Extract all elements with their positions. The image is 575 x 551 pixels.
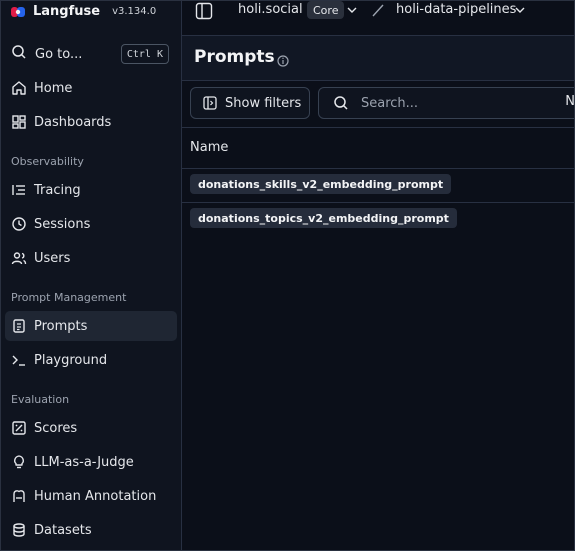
sidebar-item-label: Home [34, 80, 73, 96]
dashboard-icon [11, 114, 27, 130]
goto-shortcut: Ctrl K [120, 44, 169, 64]
annotation-icon [11, 488, 27, 504]
sidebar-item-label: Tracing [34, 182, 81, 198]
project-name[interactable]: holi-data-pipelines [396, 2, 516, 17]
sidebar-item-human-annotation[interactable]: Human Annotation [5, 481, 177, 511]
version-label: v3.134.0 [112, 5, 157, 17]
sidebar: Langfuse v3.134.0 Go to... Ctrl K Home D… [1, 1, 182, 550]
chevron-down-icon[interactable] [346, 4, 358, 20]
section-label-prompt-management: Prompt Management [11, 291, 127, 304]
lightbulb-icon [11, 454, 27, 470]
search-input[interactable] [359, 94, 563, 112]
info-icon[interactable] [277, 52, 289, 71]
tracing-icon [11, 182, 27, 198]
sidebar-item-label: Datasets [34, 522, 92, 538]
sidebar-item-label: LLM-as-a-Judge [34, 454, 134, 470]
section-label-observability: Observability [11, 155, 84, 168]
sidebar-item-scores[interactable]: Scores [5, 413, 177, 443]
plan-badge: Core [307, 1, 345, 19]
sidebar-item-label: Sessions [34, 216, 91, 232]
column-header-name[interactable]: Name [190, 140, 228, 155]
sidebar-item-sessions[interactable]: Sessions [5, 209, 177, 239]
show-filters-button[interactable]: Show filters [190, 87, 310, 119]
sidebar-item-playground[interactable]: Playground [5, 345, 177, 375]
sidebar-item-datasets[interactable]: Datasets [5, 515, 177, 545]
search-icon [11, 44, 27, 64]
database-icon [11, 522, 27, 538]
brand-name: Langfuse [33, 3, 101, 19]
table-row[interactable]: donations_skills_v2_embedding_prompt [182, 168, 574, 203]
org-name[interactable]: holi.social [238, 2, 303, 17]
sidebar-item-label: Human Annotation [34, 488, 157, 504]
sidebar-item-prompts[interactable]: Prompts [5, 311, 177, 341]
sidebar-item-dashboards[interactable]: Dashboards [5, 107, 177, 137]
terminal-icon [11, 352, 27, 368]
sidebar-item-llm-as-a-judge[interactable]: LLM-as-a-Judge [5, 447, 177, 477]
clock-icon [11, 216, 27, 232]
show-filters-label: Show filters [225, 95, 302, 111]
search-box[interactable]: N [318, 87, 574, 119]
prompt-file-icon [11, 318, 27, 334]
sidebar-toggle-icon[interactable] [195, 2, 213, 24]
filter-panel-icon [203, 96, 217, 110]
page-title: Prompts [194, 47, 275, 67]
brand[interactable]: Langfuse v3.134.0 [11, 1, 156, 21]
page-header: Prompts [182, 35, 574, 81]
prompt-name-chip[interactable]: donations_topics_v2_embedding_prompt [190, 208, 457, 228]
sidebar-item-label: Playground [34, 352, 108, 368]
goto-button[interactable]: Go to... Ctrl K [11, 44, 169, 64]
search-icon [333, 95, 349, 111]
sidebar-item-home[interactable]: Home [5, 73, 177, 103]
sidebar-item-label: Scores [34, 420, 78, 436]
sidebar-item-users[interactable]: Users [5, 243, 177, 273]
sidebar-item-tracing[interactable]: Tracing [5, 175, 177, 205]
scores-icon [11, 420, 27, 436]
search-scope-label[interactable]: N [565, 94, 574, 109]
goto-label: Go to... [35, 46, 83, 62]
section-label-evaluation: Evaluation [11, 393, 70, 406]
home-icon [11, 80, 27, 96]
users-icon [11, 250, 27, 266]
chevron-down-icon[interactable] [514, 4, 526, 20]
sidebar-item-label: Dashboards [34, 114, 112, 130]
sidebar-item-label: Prompts [34, 318, 88, 334]
table-row[interactable]: donations_topics_v2_embedding_prompt [182, 202, 574, 237]
sidebar-item-label: Users [34, 250, 71, 266]
prompt-name-chip[interactable]: donations_skills_v2_embedding_prompt [190, 174, 452, 194]
langfuse-logo-icon [11, 4, 27, 18]
breadcrumb-separator-icon [370, 2, 386, 22]
top-bar: holi.social Core holi-data-pipelines [182, 1, 574, 23]
app-window: Langfuse v3.134.0 Go to... Ctrl K Home D… [0, 0, 575, 551]
prompts-table: Name donations_skills_v2_embedding_promp… [182, 127, 574, 550]
